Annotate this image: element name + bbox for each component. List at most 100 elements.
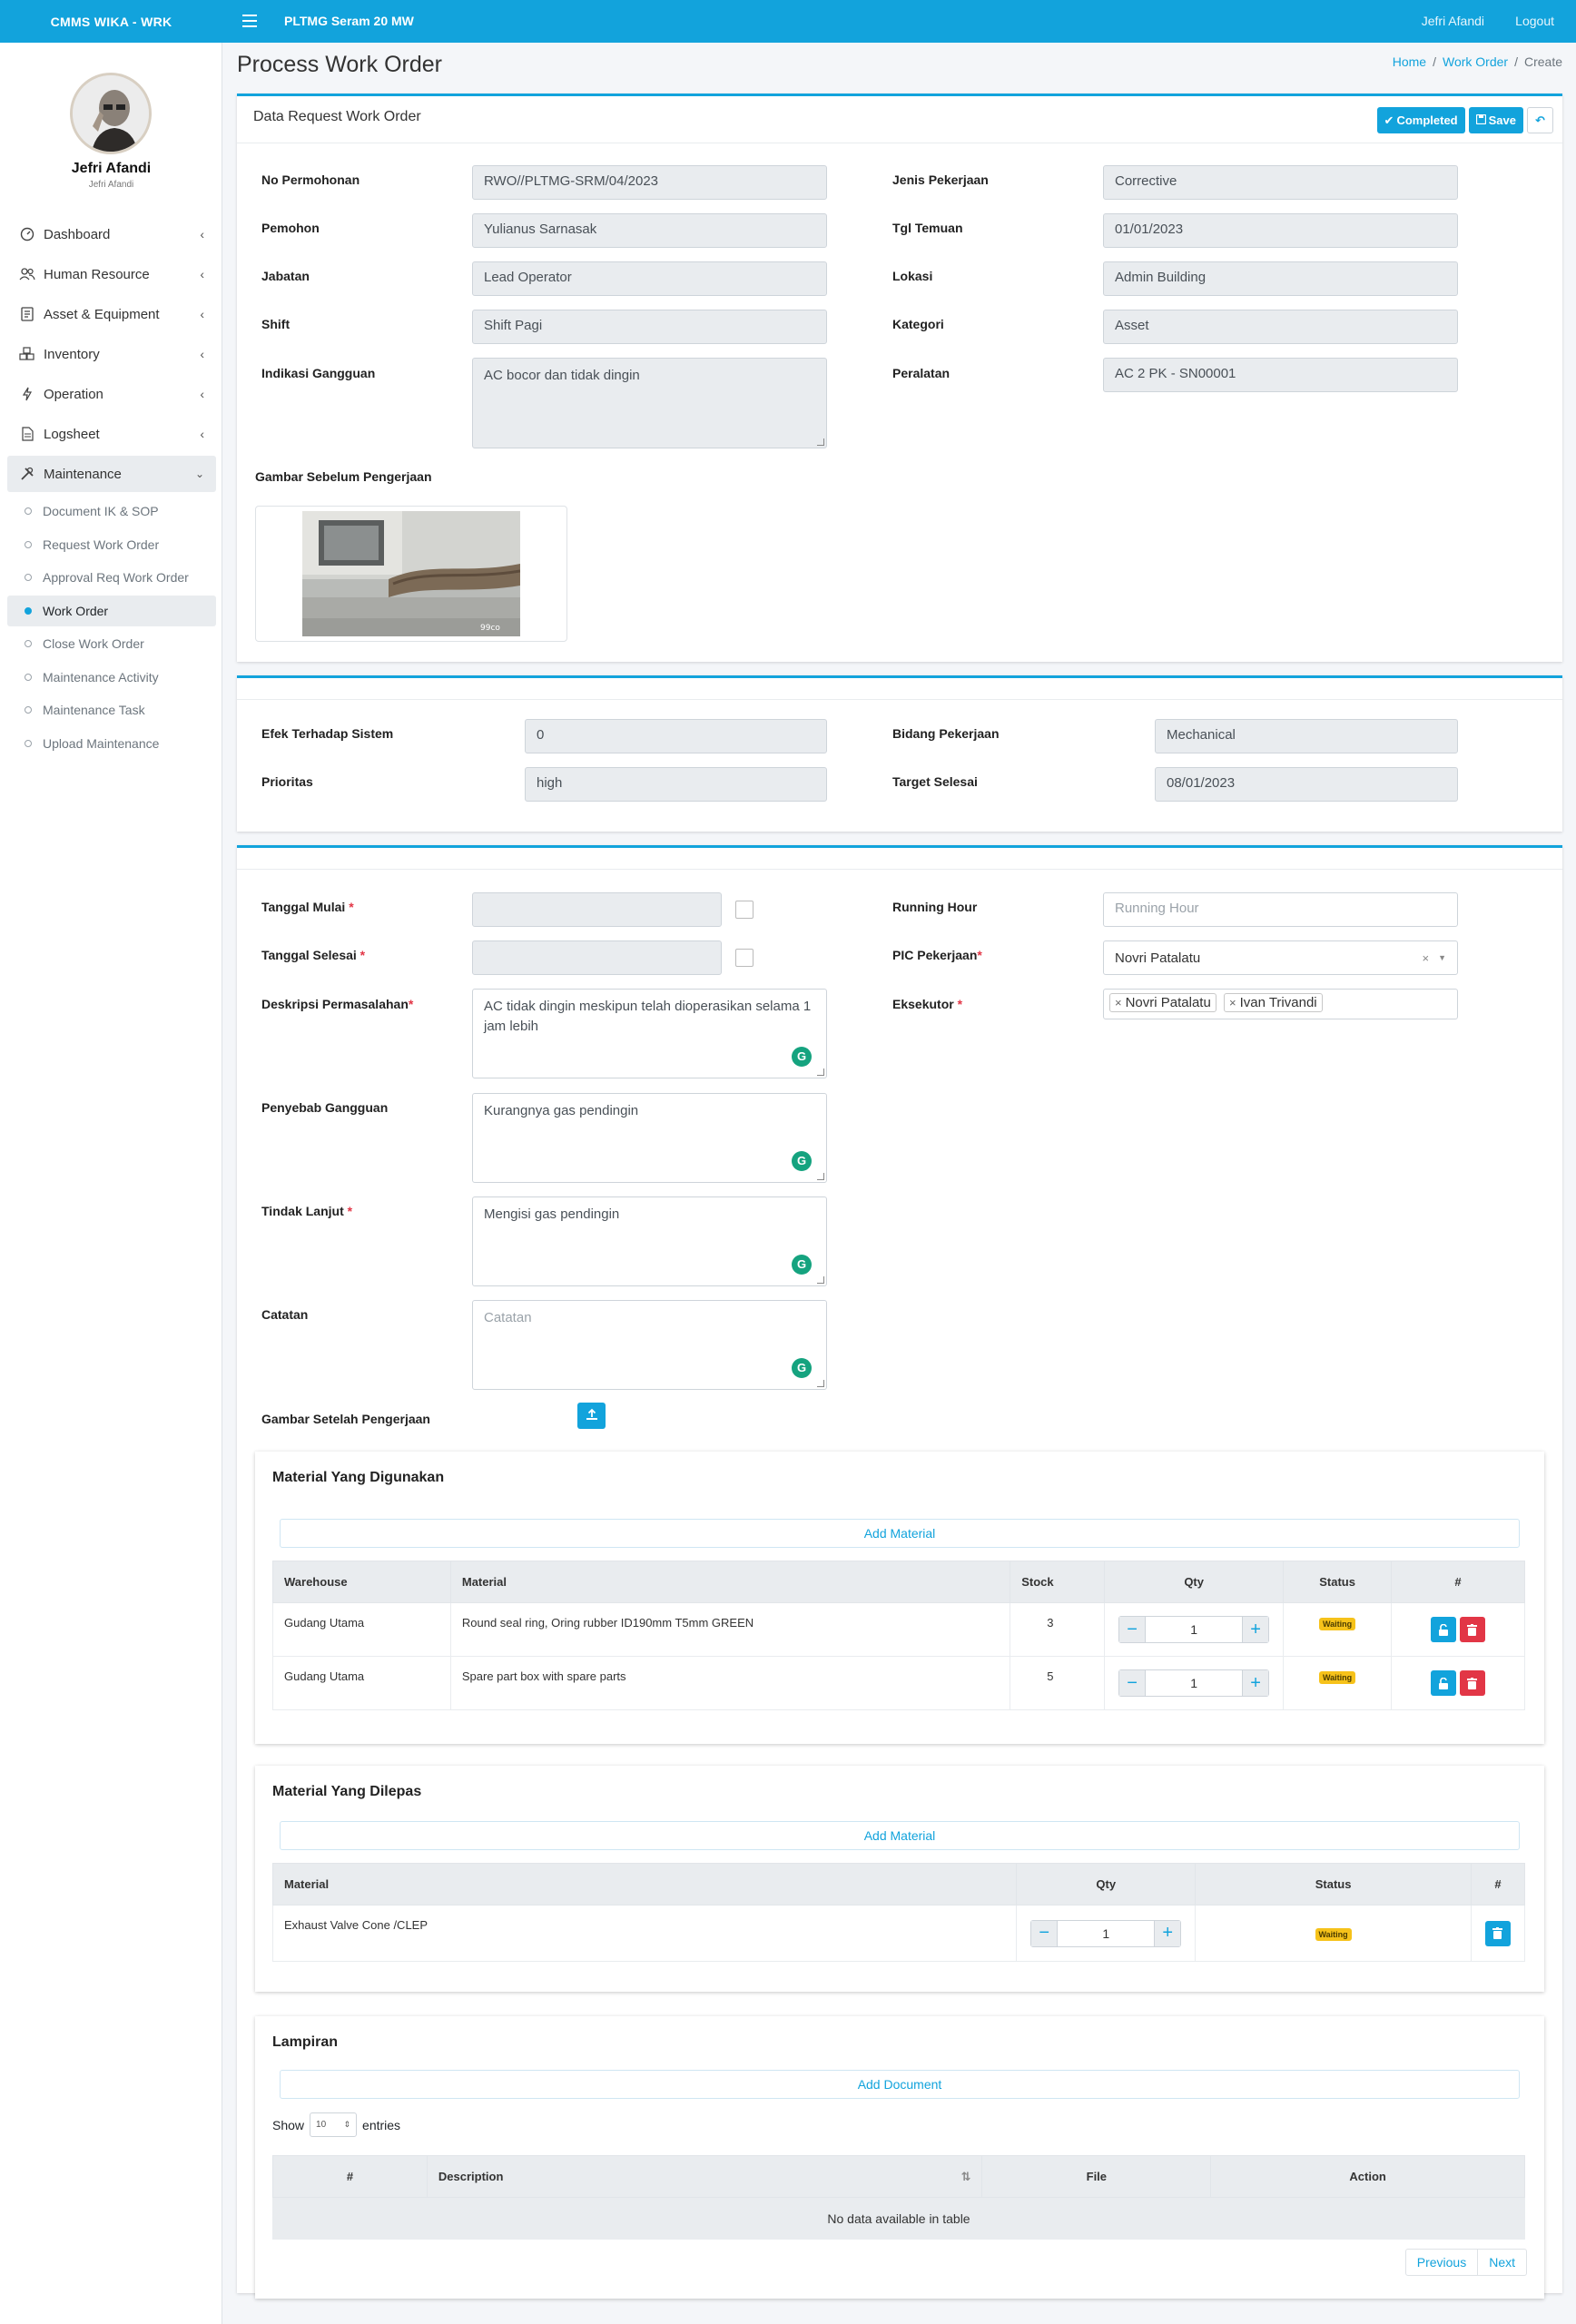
- entries-select[interactable]: 10 ⇕: [310, 2112, 358, 2137]
- tanggal-selesai-input[interactable]: [472, 940, 722, 975]
- plus-icon[interactable]: +: [1243, 1617, 1269, 1642]
- quantity-stepper[interactable]: −1 +: [1118, 1669, 1270, 1697]
- peralatan-field[interactable]: AC 2 PK - SN00001: [1103, 358, 1458, 392]
- column-header[interactable]: Material: [271, 1863, 1018, 1905]
- add-material-used-button[interactable]: Add Material: [280, 1519, 1520, 1548]
- kategori-field[interactable]: Asset: [1103, 310, 1458, 344]
- column-header-description[interactable]: Description ⇅: [426, 2155, 983, 2198]
- column-header[interactable]: Status: [1283, 1561, 1393, 1603]
- sidebar-item-logsheet[interactable]: Logsheet ‹: [7, 416, 216, 452]
- breadcrumb-home-link[interactable]: Home: [1393, 54, 1426, 69]
- sidebar-item-dashboard[interactable]: Dashboard ‹: [7, 216, 216, 252]
- save-button[interactable]: Save: [1468, 107, 1523, 133]
- sidebar-subitem-upload-maintenance[interactable]: Upload Maintenance: [7, 728, 216, 759]
- penyebab-gangguan-textarea[interactable]: Kurangnya gas pendingin G: [472, 1093, 827, 1183]
- prioritas-field[interactable]: high: [525, 767, 827, 802]
- sidebar-subitem-document-ik-sop[interactable]: Document IK & SOP: [7, 496, 216, 527]
- pemohon-field[interactable]: Yulianus Sarnasak: [472, 213, 827, 248]
- tanggal-selesai-checkbox[interactable]: [735, 949, 754, 967]
- delete-button[interactable]: [1459, 1617, 1485, 1642]
- eksekutor-tag[interactable]: × Ivan Trivandi: [1223, 993, 1323, 1012]
- add-material-removed-button[interactable]: Add Material: [280, 1821, 1520, 1850]
- plus-icon[interactable]: +: [1243, 1670, 1269, 1696]
- efek-sistem-field[interactable]: 0: [525, 719, 827, 753]
- sidebar-subitem-approval-req-work-order[interactable]: Approval Req Work Order: [7, 562, 216, 593]
- tanggal-mulai-input[interactable]: [472, 892, 722, 927]
- column-header[interactable]: #: [272, 2155, 428, 2198]
- user-menu-link[interactable]: Jefri Afandi: [1422, 14, 1484, 28]
- back-button[interactable]: ↶: [1527, 107, 1553, 133]
- remove-tag-icon[interactable]: ×: [1115, 996, 1122, 1009]
- minus-icon[interactable]: −: [1119, 1617, 1146, 1642]
- grammarly-icon[interactable]: G: [792, 1151, 812, 1171]
- column-header[interactable]: #: [1391, 1561, 1525, 1603]
- quantity-stepper[interactable]: −1 +: [1030, 1919, 1182, 1947]
- sidebar-item-asset-equipment[interactable]: Asset & Equipment ‹: [7, 296, 216, 332]
- resize-grip-icon[interactable]: [817, 438, 824, 446]
- sidebar-subitem-work-order[interactable]: Work Order: [7, 595, 216, 626]
- previous-page-button[interactable]: Previous: [1406, 2250, 1479, 2275]
- sidebar-item-inventory[interactable]: Inventory ‹: [7, 336, 216, 372]
- no-permohonan-field[interactable]: RWO//PLTMG-SRM/04/2023: [472, 165, 827, 200]
- grammarly-icon[interactable]: G: [792, 1358, 812, 1378]
- qty-value[interactable]: 1: [1145, 1670, 1244, 1696]
- jenis-pekerjaan-field[interactable]: Corrective: [1103, 165, 1458, 200]
- catatan-textarea[interactable]: Catatan G: [472, 1300, 827, 1390]
- column-header[interactable]: Qty: [1104, 1561, 1285, 1603]
- column-header[interactable]: Qty: [1016, 1863, 1197, 1905]
- shift-field[interactable]: Shift Pagi: [472, 310, 827, 344]
- unlock-button[interactable]: [1431, 1670, 1457, 1696]
- bidang-pekerjaan-field[interactable]: Mechanical: [1155, 719, 1458, 753]
- column-header[interactable]: Status: [1195, 1863, 1472, 1905]
- delete-button[interactable]: [1459, 1670, 1485, 1696]
- completed-button[interactable]: ✔ Completed: [1376, 107, 1465, 133]
- eksekutor-tag[interactable]: × Novri Patalatu: [1109, 993, 1216, 1012]
- tindak-lanjut-textarea[interactable]: Mengisi gas pendingin G: [472, 1196, 827, 1286]
- sidebar-subitem-maintenance-task[interactable]: Maintenance Task: [7, 694, 216, 725]
- logout-link[interactable]: Logout: [1515, 14, 1554, 28]
- qty-value[interactable]: 1: [1145, 1617, 1244, 1642]
- resize-grip-icon[interactable]: [817, 1173, 824, 1180]
- pic-pekerjaan-select[interactable]: Novri Patalatu × ▼: [1103, 940, 1458, 975]
- sidebar-item-operation[interactable]: Operation ‹: [7, 376, 216, 412]
- resize-grip-icon[interactable]: [817, 1380, 824, 1387]
- grammarly-icon[interactable]: G: [792, 1047, 812, 1067]
- resize-grip-icon[interactable]: [817, 1276, 824, 1284]
- qty-value[interactable]: 1: [1057, 1920, 1156, 1946]
- jabatan-field[interactable]: Lead Operator: [472, 261, 827, 296]
- tanggal-mulai-checkbox[interactable]: [735, 901, 754, 919]
- sidebar-item-human-resource[interactable]: Human Resource ‹: [7, 256, 216, 292]
- grammarly-icon[interactable]: G: [792, 1255, 812, 1275]
- unlock-button[interactable]: [1431, 1617, 1457, 1642]
- quantity-stepper[interactable]: −1 +: [1118, 1616, 1270, 1643]
- column-header[interactable]: #: [1470, 1863, 1526, 1905]
- column-header[interactable]: Stock: [1010, 1561, 1106, 1603]
- indikasi-gangguan-field[interactable]: AC bocor dan tidak dingin: [472, 358, 827, 448]
- before-photo-frame[interactable]: 99co: [255, 506, 567, 642]
- tgl-temuan-field[interactable]: 01/01/2023: [1103, 213, 1458, 248]
- lokasi-field[interactable]: Admin Building: [1103, 261, 1458, 296]
- sidebar-subitem-close-work-order[interactable]: Close Work Order: [7, 628, 216, 659]
- brand-logo[interactable]: CMMS WIKA - WRK: [0, 0, 222, 43]
- hamburger-menu-icon[interactable]: [242, 12, 257, 28]
- breadcrumb-work-order-link[interactable]: Work Order: [1443, 54, 1508, 69]
- column-header[interactable]: Material: [449, 1561, 1011, 1603]
- deskripsi-permasalahan-textarea[interactable]: AC tidak dingin meskipun telah dioperasi…: [472, 989, 827, 1078]
- add-document-button[interactable]: Add Document: [280, 2070, 1520, 2099]
- column-header[interactable]: File: [981, 2155, 1212, 2198]
- sidebar-subitem-request-work-order[interactable]: Request Work Order: [7, 529, 216, 560]
- column-header[interactable]: Action: [1210, 2155, 1525, 2198]
- sidebar-item-maintenance[interactable]: Maintenance ⌄: [7, 456, 216, 492]
- sidebar-subitem-maintenance-activity[interactable]: Maintenance Activity: [7, 662, 216, 693]
- next-page-button[interactable]: Next: [1478, 2250, 1526, 2275]
- plus-icon[interactable]: +: [1155, 1920, 1181, 1946]
- target-selesai-field[interactable]: 08/01/2023: [1155, 767, 1458, 802]
- column-header[interactable]: Warehouse: [272, 1561, 451, 1603]
- running-hour-input[interactable]: Running Hour: [1103, 892, 1458, 927]
- upload-image-button[interactable]: [577, 1403, 606, 1429]
- delete-button[interactable]: [1484, 1920, 1511, 1946]
- minus-icon[interactable]: −: [1119, 1670, 1146, 1696]
- eksekutor-multiselect[interactable]: × Novri Patalatu × Ivan Trivandi: [1103, 989, 1458, 1019]
- resize-grip-icon[interactable]: [817, 1068, 824, 1076]
- remove-tag-icon[interactable]: ×: [1229, 996, 1236, 1009]
